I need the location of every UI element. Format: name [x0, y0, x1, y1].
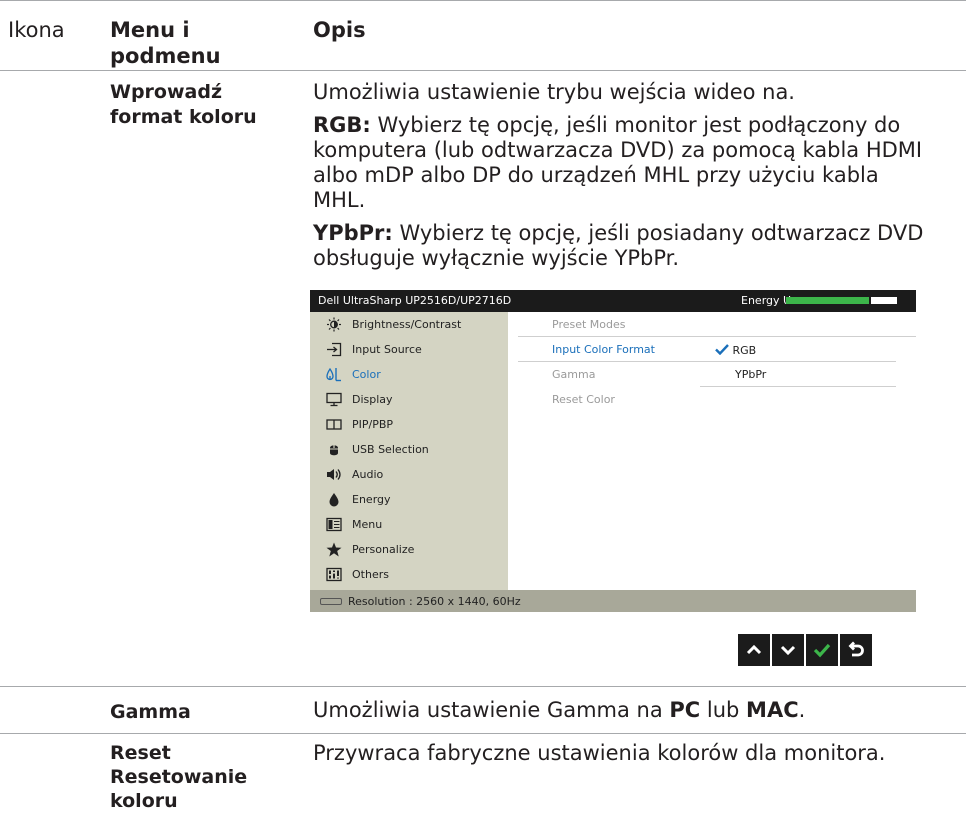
back-icon	[848, 641, 864, 657]
rgb-label: RGB:	[313, 113, 371, 137]
star-icon	[326, 542, 342, 557]
energy-use-meter	[786, 297, 897, 304]
sidebar-item-label: Energy	[352, 493, 391, 506]
submenu-input-color-format[interactable]: Input Color Format	[552, 343, 655, 356]
sidebar-item-label: Input Source	[352, 343, 422, 356]
energy-use-remaining	[871, 297, 897, 304]
submenu-divider	[518, 336, 916, 337]
input-color-desc: Umożliwia ustawienie trybu wejścia wideo…	[313, 80, 795, 104]
sidebar-item-usb-selection[interactable]: USB Selection	[310, 437, 508, 462]
header-desc-col: Opis	[313, 18, 366, 42]
sidebar-item-pip-pbp[interactable]: PIP/PBP	[310, 412, 508, 437]
sidebar-item-display[interactable]: Display	[310, 387, 508, 412]
header-rule	[0, 70, 966, 71]
rgb-desc-line1: RGB: Wybierz tę opcję, jeśli monitor jes…	[313, 113, 901, 137]
ypbpr-desc-line2: obsługuje wyłącznie wyjście YPbPr.	[313, 246, 680, 270]
submenu-divider	[518, 361, 700, 362]
osd-title-bar: Dell UltraSharp UP2516D/UP2716D Energy U…	[310, 290, 916, 312]
nav-ok-button[interactable]	[806, 634, 838, 666]
row-rule	[0, 733, 966, 734]
osd-submenu: Preset Modes Input Color Format Gamma Re…	[508, 312, 916, 590]
sidebar-item-others[interactable]: Others	[310, 562, 508, 587]
header-icon-col: Ikona	[8, 18, 65, 42]
submenu-divider	[700, 386, 896, 387]
menu-icon	[326, 517, 342, 532]
row-input-color-title-1: Wprowadź	[110, 81, 223, 103]
submenu-divider	[700, 361, 896, 362]
row-input-color-title-2: format koloru	[110, 106, 257, 128]
input-source-icon	[327, 342, 342, 357]
osd-status-bar: Resolution : 2560 x 1440, 60Hz	[310, 590, 916, 612]
sidebar-item-label: Menu	[352, 518, 383, 531]
gamma-desc: Umożliwia ustawienie Gamma na PC lub MAC…	[313, 698, 806, 722]
sidebar-item-energy[interactable]: Energy	[310, 487, 508, 512]
sidebar-item-brightness-contrast[interactable]: Brightness/Contrast	[310, 312, 508, 337]
sidebar-item-label: Others	[352, 568, 389, 581]
top-rule	[0, 0, 966, 1]
value-ypbpr-option[interactable]: YPbPr	[735, 368, 766, 381]
osd-sidebar: Brightness/Contrast Input Source Color D…	[310, 312, 508, 590]
submenu-gamma[interactable]: Gamma	[552, 368, 595, 381]
audio-icon	[327, 469, 341, 480]
row-reset-title-1: Reset	[110, 742, 171, 764]
osd-screenshot: Dell UltraSharp UP2516D/UP2716D Energy U…	[310, 290, 916, 624]
down-icon	[780, 645, 796, 656]
energy-use-fill	[786, 297, 869, 304]
sidebar-item-personalize[interactable]: Personalize	[310, 537, 508, 562]
check-icon	[813, 643, 831, 658]
ypbpr-desc-line1: YPbPr: Wybierz tę opcję, jeśli posiadany…	[313, 221, 924, 245]
row-reset-title-3: koloru	[110, 790, 178, 812]
energy-icon	[329, 493, 339, 507]
row-gamma-title: Gamma	[110, 701, 191, 723]
nav-back-button[interactable]	[840, 634, 872, 666]
usb-icon	[330, 442, 338, 456]
sidebar-item-label: Color	[352, 368, 381, 381]
value-rgb-option[interactable]: RGB	[715, 344, 756, 357]
gamma-pc: PC	[669, 698, 701, 722]
nav-up-button[interactable]	[738, 634, 770, 666]
sidebar-item-label: Personalize	[352, 543, 415, 556]
sidebar-item-label: Audio	[352, 468, 384, 481]
sidebar-item-color[interactable]: Color	[310, 362, 508, 387]
check-icon	[715, 344, 729, 356]
sidebar-item-menu[interactable]: Menu	[310, 512, 508, 537]
gamma-mac: MAC	[746, 698, 799, 722]
header-menu-col-line1: Menu i	[110, 18, 190, 42]
sidebar-item-audio[interactable]: Audio	[310, 462, 508, 487]
up-icon	[746, 644, 762, 655]
pip-pbp-icon	[326, 419, 342, 430]
others-icon	[326, 567, 342, 582]
brightness-icon	[327, 317, 341, 332]
sidebar-item-label: Display	[352, 393, 393, 406]
nav-down-button[interactable]	[772, 634, 804, 666]
sidebar-item-label: USB Selection	[352, 443, 429, 456]
hdmi-connector-icon	[320, 598, 342, 605]
ypbpr-label: YPbPr:	[313, 221, 393, 245]
sidebar-item-label: PIP/PBP	[352, 418, 394, 431]
color-icon	[326, 367, 341, 382]
header-menu-col-line2: podmenu	[110, 44, 221, 68]
rgb-desc-line2: komputera (lub odtwarzacza DVD) za pomoc…	[313, 138, 923, 162]
sidebar-item-label: Brightness/Contrast	[352, 318, 462, 331]
rgb-desc-line4: MHL.	[313, 188, 366, 212]
display-icon	[326, 392, 342, 407]
rgb-desc-line3: albo mDP albo DP do urządzeń MHL przy uż…	[313, 163, 879, 187]
sidebar-item-input-source[interactable]: Input Source	[310, 337, 508, 362]
osd-title: Dell UltraSharp UP2516D/UP2716D	[318, 294, 512, 307]
submenu-preset-modes[interactable]: Preset Modes	[552, 318, 626, 331]
reset-desc: Przywraca fabryczne ustawienia kolorów d…	[313, 741, 886, 765]
row-reset-title-2: Resetowanie	[110, 766, 248, 788]
value-rgb-label: RGB	[732, 344, 757, 357]
resolution-text: Resolution : 2560 x 1440, 60Hz	[348, 595, 521, 608]
row-rule	[0, 686, 966, 687]
submenu-reset-color[interactable]: Reset Color	[552, 393, 615, 406]
